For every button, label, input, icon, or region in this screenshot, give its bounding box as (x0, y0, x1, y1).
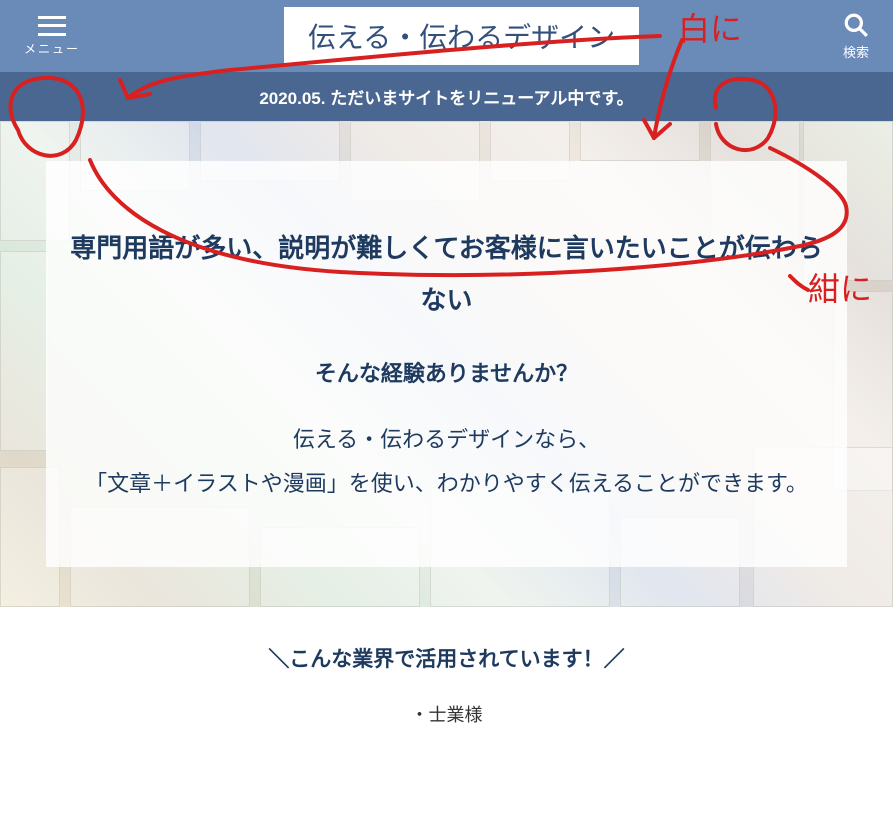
logo-text: 伝える・伝わるデザイン (308, 16, 615, 56)
annotation-text-white: 白に (678, 4, 742, 50)
annotation-text-navy: 紺に (808, 264, 872, 310)
list-item: ・士業様 (20, 701, 873, 727)
section-title: ＼こんな業界で活用されています！／ (20, 643, 873, 673)
search-label: 検索 (843, 42, 869, 61)
menu-button[interactable]: メニュー (24, 16, 80, 57)
header-bar: メニュー 伝える・伝わるデザイン 検索 (0, 0, 893, 72)
menu-label: メニュー (24, 40, 80, 57)
page: メニュー 伝える・伝わるデザイン 検索 2020.05. ただいまサイトをリニュ… (0, 0, 893, 743)
site-logo[interactable]: 伝える・伝わるデザイン (284, 7, 639, 65)
usage-section: ＼こんな業界で活用されています！／ ・士業様 (0, 607, 893, 743)
search-button[interactable]: 検索 (843, 12, 869, 61)
hero-heading: 専門用語が多い、説明が難しくてお客様に言いたいことが伝わらない (66, 222, 827, 326)
notice-bar: 2020.05. ただいまサイトをリニューアル中です。 (0, 72, 893, 121)
hero-section: 専門用語が多い、説明が難しくてお客様に言いたいことが伝わらない そんな経験ありま… (0, 121, 893, 607)
hero-body: 伝える・伝わるデザインなら、「文章＋イラストや漫画」を使い、わかりやすく伝えるこ… (85, 418, 808, 506)
hamburger-icon (38, 16, 66, 36)
search-icon (843, 12, 869, 38)
hero-subheading: そんな経験ありませんか？ (315, 356, 578, 388)
hero-overlay: 専門用語が多い、説明が難しくてお客様に言いたいことが伝わらない そんな経験ありま… (46, 161, 847, 567)
